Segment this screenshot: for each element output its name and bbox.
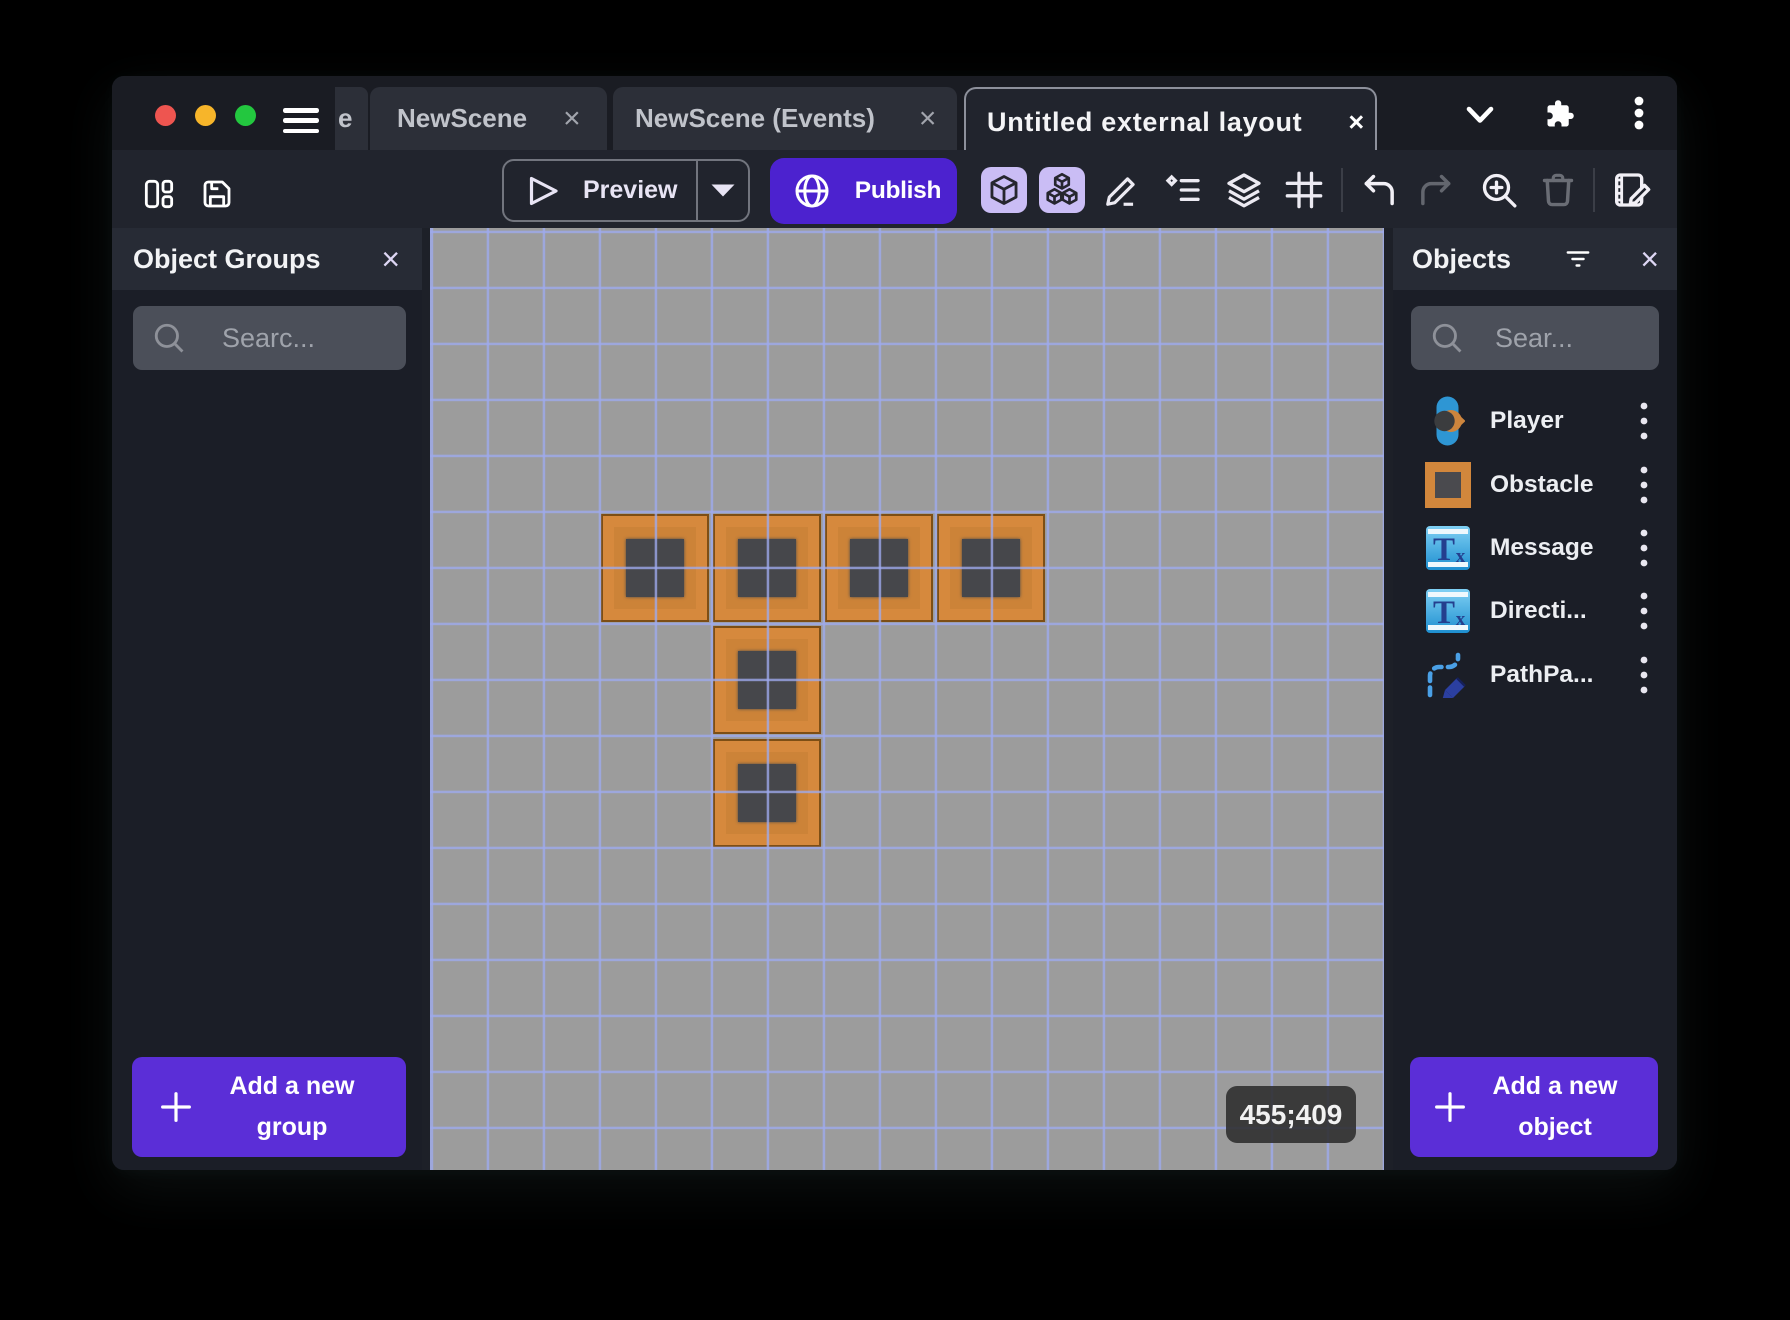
svg-text:x: x — [1456, 609, 1466, 630]
svg-text:T: T — [1433, 532, 1455, 568]
svg-text:x: x — [1456, 546, 1466, 567]
svg-text:T: T — [1433, 595, 1455, 631]
